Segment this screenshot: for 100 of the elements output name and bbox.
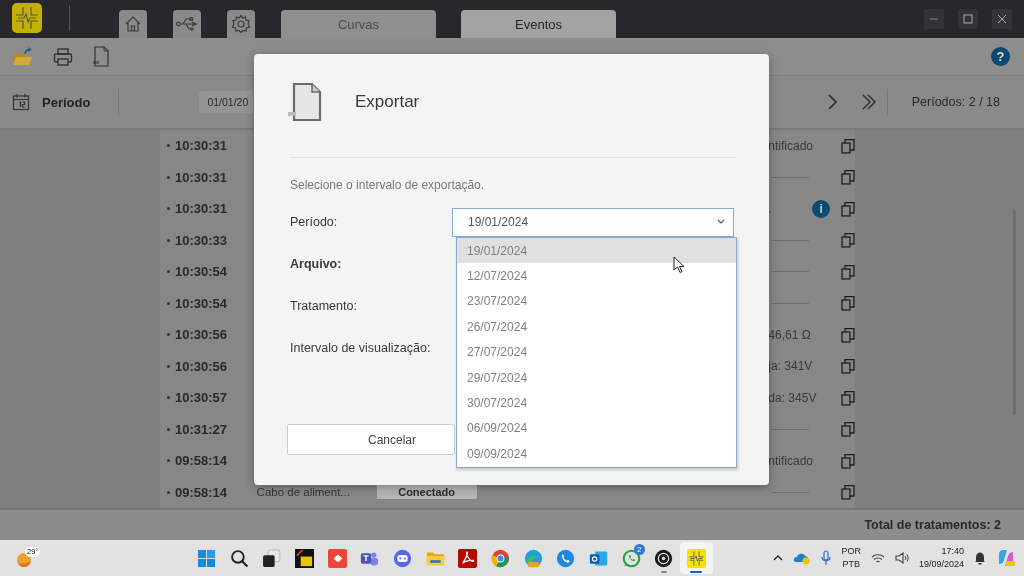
logo-icon[interactable] [12, 3, 42, 33]
close-button[interactable] [992, 9, 1012, 29]
copy-icon[interactable] [841, 295, 855, 312]
dialog-title: Exportar [355, 92, 420, 112]
notification-bell-icon[interactable] [974, 551, 986, 565]
tab[interactable]: Curvas [281, 10, 436, 38]
clock-date[interactable]: 19/09/2024 [918, 558, 964, 571]
last-button[interactable] [860, 94, 877, 110]
calendar-icon [12, 93, 30, 111]
volume-icon[interactable] [894, 552, 909, 564]
period-label: Período [42, 94, 91, 110]
tab[interactable]: Eventos [461, 10, 616, 38]
cloud-icon[interactable] [793, 551, 812, 565]
event-time: 10:30:54 [175, 264, 228, 280]
chevron-up-icon[interactable] [773, 554, 784, 562]
bullet-icon [167, 175, 170, 179]
bullet-icon [167, 364, 170, 368]
copy-icon[interactable] [841, 169, 855, 186]
weather-icon[interactable] [16, 552, 32, 568]
event-detail: 46,61 Ω [768, 327, 811, 342]
copy-icon[interactable] [841, 137, 855, 154]
start-icon [196, 548, 216, 568]
browser-icon [491, 548, 511, 568]
status-badge: Conectado [376, 485, 477, 500]
field-label: Arquivo: [290, 257, 343, 271]
event-time: 10:30:31 [175, 138, 228, 154]
copy-icon[interactable] [841, 452, 855, 469]
clock-time[interactable]: 17:40 [941, 545, 964, 558]
home-icon[interactable] [119, 10, 147, 38]
event-time: 10:30:57 [175, 390, 228, 406]
dropdown-option[interactable]: 19/01/2024 [457, 238, 736, 264]
notification-badge: 2 [633, 544, 645, 555]
dropdown-option[interactable]: 27/07/2024 [457, 339, 736, 365]
event-time: 10:30:31 [175, 201, 228, 217]
info-icon[interactable]: i [812, 199, 831, 218]
printer-icon[interactable] [53, 46, 73, 67]
language-indicator[interactable]: PTB [842, 558, 860, 571]
usb-icon[interactable] [173, 10, 201, 38]
pdf-file-icon [287, 82, 323, 122]
chevron-down-icon [717, 219, 725, 225]
assistant-icon[interactable] [996, 548, 1016, 568]
event-detail: ntificado [768, 138, 814, 153]
event-detail: ja: 341V [768, 359, 813, 374]
copy-icon[interactable] [841, 421, 855, 438]
bullet-icon [167, 396, 170, 400]
settings-icon[interactable] [227, 10, 255, 38]
event-time: 10:30:56 [175, 358, 228, 374]
copy-icon[interactable] [841, 232, 855, 249]
copy-icon[interactable] [841, 358, 855, 375]
app-icon [294, 548, 314, 568]
message-app-icon [621, 548, 641, 568]
copy-icon[interactable] [841, 389, 855, 406]
open-folder-icon[interactable] [12, 46, 34, 67]
browser-icon [523, 548, 543, 568]
help-button[interactable]: ? [991, 47, 1010, 66]
cancel-button[interactable]: Cancelar [287, 424, 455, 455]
dropdown-option[interactable]: 23/07/2024 [457, 288, 736, 315]
event-time: 10:30:33 [175, 232, 228, 248]
pdf-icon[interactable] [92, 46, 110, 67]
copy-icon[interactable] [841, 263, 855, 280]
dropdown-option[interactable]: 30/07/2024 [457, 390, 736, 416]
language-indicator[interactable]: POR [841, 545, 861, 558]
dropdown-option[interactable]: 12/07/2024 [457, 263, 736, 289]
copy-icon[interactable] [841, 200, 855, 217]
document-app-icon [458, 548, 478, 568]
dropdown-option[interactable]: 29/07/2024 [457, 364, 736, 391]
event-detail: ntificado [768, 453, 814, 468]
dropdown-option[interactable]: 26/07/2024 [457, 314, 736, 340]
remote-app-icon [327, 548, 347, 568]
event-time: 10:30:56 [175, 327, 228, 343]
taskbar-button[interactable]: 2 [614, 542, 648, 574]
field-label: Intervalo de visualização: [290, 341, 432, 355]
event-time: 10:31:27 [175, 421, 228, 437]
bullet-icon [167, 207, 170, 211]
dropdown-option[interactable]: 06/09/2024 [457, 415, 736, 442]
dropdown-option[interactable]: 09/09/2024 [457, 441, 736, 467]
phone-app-icon [556, 548, 576, 568]
copy-icon[interactable] [841, 326, 855, 343]
bullet-icon [167, 238, 170, 242]
field-label: Tratamento: [290, 299, 358, 313]
mouse-cursor-icon [673, 256, 685, 274]
next-button[interactable] [826, 94, 837, 110]
event-description: Cabo de aliment... [256, 486, 351, 499]
bullet-icon [167, 427, 170, 431]
date-field[interactable]: 01/01/20 [199, 91, 254, 113]
period-select[interactable]: 19/01/2024 [452, 207, 734, 237]
task-view-icon [262, 548, 282, 568]
wifi-icon[interactable] [870, 552, 885, 564]
total-count: Total de tratamentos: 2 [864, 518, 1001, 532]
bullet-icon [167, 459, 170, 463]
maximize-button[interactable] [958, 9, 978, 29]
instruction-text: Selecione o intervalo de exportação. [290, 178, 486, 192]
microphone-icon[interactable] [821, 550, 832, 566]
event-time: 09:58:14 [175, 453, 228, 469]
copy-icon[interactable] [841, 484, 855, 501]
event-time: 10:30:31 [175, 169, 228, 185]
event-detail: da: 345V [768, 390, 817, 405]
bullet-icon [167, 490, 170, 494]
record-app-icon [654, 548, 674, 568]
event-detail: . [768, 201, 772, 216]
